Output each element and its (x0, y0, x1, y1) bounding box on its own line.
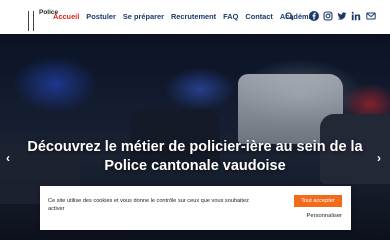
nav-item-accueil[interactable]: Accueil (53, 12, 79, 21)
carousel-prev-arrow[interactable]: ‹ (6, 151, 10, 165)
nav-item-contact[interactable]: Contact (245, 12, 273, 21)
carousel-next-arrow[interactable]: › (377, 151, 381, 165)
nav-item-postuler[interactable]: Postuler (86, 12, 116, 21)
nav-item-recrutement[interactable]: Recrutement (171, 12, 216, 21)
cookie-banner: Ce site utilise des cookies et vous donn… (40, 186, 351, 230)
customize-button[interactable]: Personnaliser (294, 211, 342, 221)
email-icon[interactable] (366, 11, 376, 21)
nav-item-se-preparer[interactable]: Se préparer (123, 12, 164, 21)
main-nav: Accueil Postuler Se préparer Recrutement… (53, 12, 322, 21)
twitter-icon[interactable] (337, 11, 347, 21)
accept-all-button[interactable]: Tout accepter (294, 195, 342, 207)
instagram-icon[interactable] (323, 11, 333, 21)
site-header: Police Accueil Postuler Se préparer Recr… (0, 0, 390, 34)
hero-title: Découvrez le métier de policier-ière au … (27, 139, 363, 174)
linkedin-icon[interactable] (351, 11, 361, 21)
nav-item-faq[interactable]: FAQ (223, 12, 238, 21)
logo-emblem (28, 11, 34, 31)
cookie-message: Ce site utilise des cookies et vous donn… (48, 198, 249, 212)
facebook-icon[interactable] (309, 11, 319, 21)
police-logo[interactable]: Police (12, 5, 58, 31)
search-icon[interactable] (285, 12, 294, 21)
